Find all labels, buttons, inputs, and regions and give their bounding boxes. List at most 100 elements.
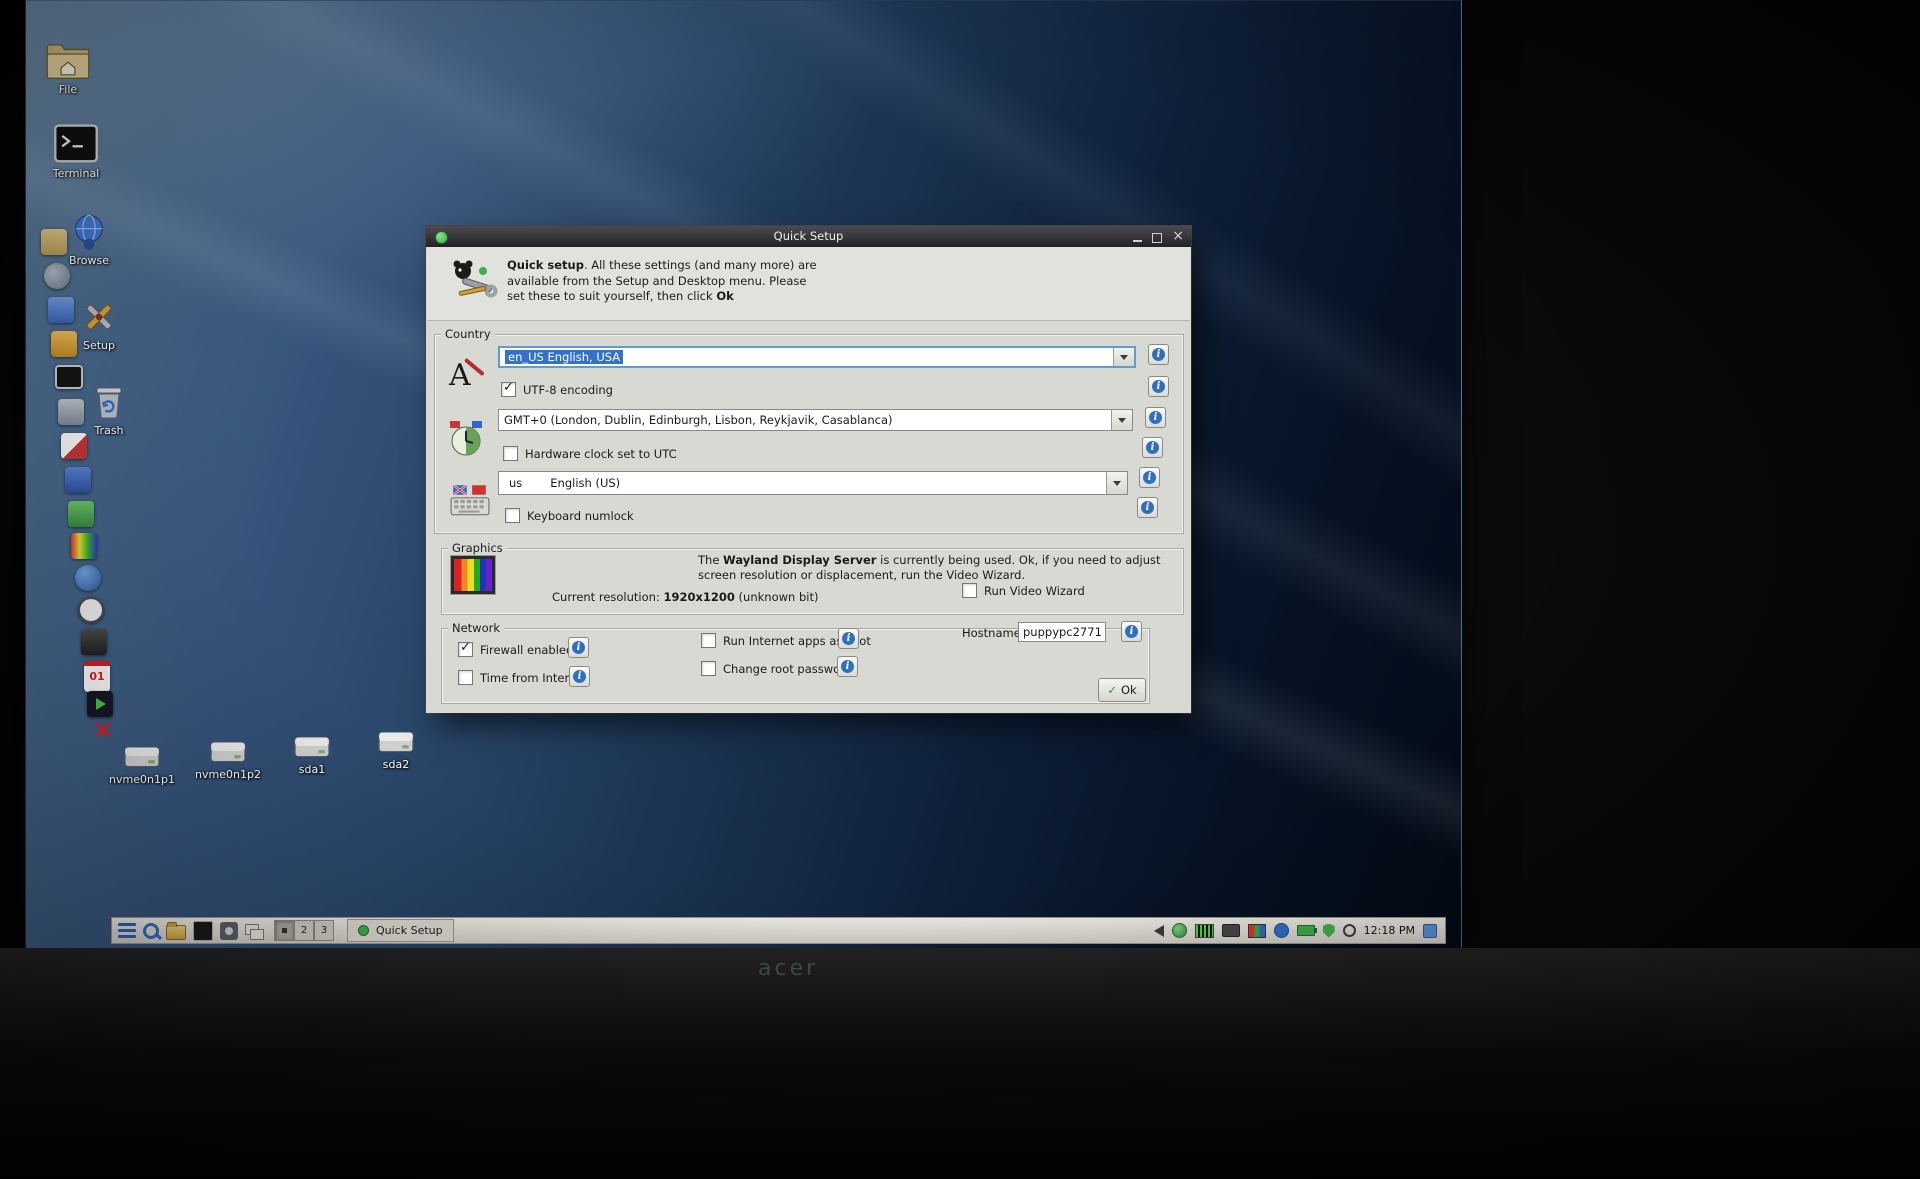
country-frame-label: Country xyxy=(441,327,495,341)
drive-icon xyxy=(377,728,415,756)
info-icon: i xyxy=(842,632,855,645)
windows-icon[interactable] xyxy=(245,922,263,940)
info-button[interactable]: i xyxy=(1142,437,1163,458)
tray-keyboard-layout-icon[interactable] xyxy=(1222,924,1240,937)
timezone-combobox[interactable]: GMT+0 (London, Dublin, Edinburgh, Lisbon… xyxy=(498,409,1133,431)
drive-label: nvme0n1p1 xyxy=(109,773,175,786)
info-button[interactable]: i xyxy=(569,666,590,687)
screenshot-icon[interactable] xyxy=(220,922,238,940)
workspace-pager: 2 3 xyxy=(274,920,334,941)
terminal-icon xyxy=(53,123,99,165)
change-root-password-checkbox[interactable]: Change root password xyxy=(701,661,852,676)
keyboard-dropdown-arrow[interactable] xyxy=(1106,472,1127,494)
keyboard-combobox[interactable]: us English (US) xyxy=(498,471,1128,495)
info-button[interactable]: i xyxy=(1148,344,1169,365)
desktop-drive-nvme0n1p2[interactable]: nvme0n1p2 xyxy=(193,738,263,781)
ok-button[interactable]: ✓ Ok xyxy=(1098,678,1146,702)
taskbar-task-quick-setup[interactable]: Quick Setup xyxy=(347,919,454,942)
checkbox-box xyxy=(962,583,977,598)
utf8-checkbox[interactable]: ✓ UTF-8 encoding xyxy=(501,382,613,397)
desktop-icon-setup[interactable]: Setup xyxy=(69,297,129,352)
mini-save-icon[interactable] xyxy=(65,467,91,493)
terminal-launcher-icon[interactable] xyxy=(193,921,213,941)
mini-package-icon[interactable] xyxy=(81,629,107,655)
workspace-3[interactable]: 3 xyxy=(314,920,334,941)
files-icon[interactable] xyxy=(166,925,186,940)
info-button[interactable]: i xyxy=(837,656,858,677)
mini-console-icon[interactable] xyxy=(55,365,83,389)
tray-network-icon[interactable] xyxy=(1172,923,1187,938)
quick-setup-window: Quick Setup × Quick setup. All these set… xyxy=(426,226,1191,713)
mini-palette-icon[interactable] xyxy=(71,533,97,559)
keyboard-icon xyxy=(450,484,490,516)
close-button[interactable]: × xyxy=(1172,228,1184,244)
tray-firewall-shield-icon[interactable] xyxy=(1323,924,1335,938)
desktop-icon-file[interactable]: File xyxy=(38,41,98,96)
tray-display-icon[interactable] xyxy=(1248,924,1266,938)
mini-mount-icon[interactable] xyxy=(58,399,84,425)
hwclock-label: Hardware clock set to UTC xyxy=(525,447,677,461)
info-button[interactable]: i xyxy=(1121,621,1142,642)
mini-edit-icon[interactable] xyxy=(61,433,87,459)
desktop-drive-sda2[interactable]: sda2 xyxy=(361,728,431,771)
workspace-2[interactable]: 2 xyxy=(294,920,314,941)
workspace-1[interactable] xyxy=(274,920,294,941)
tray-cpu-monitor-icon[interactable] xyxy=(1195,924,1214,938)
window-title: Quick Setup xyxy=(426,229,1191,243)
system-tray: 12:18 PM xyxy=(1154,923,1439,938)
info-button[interactable]: i xyxy=(1139,467,1160,488)
info-button[interactable]: i xyxy=(1148,376,1169,397)
maximize-button[interactable] xyxy=(1152,233,1162,243)
info-button[interactable]: i xyxy=(1145,407,1166,428)
numlock-checkbox[interactable]: Keyboard numlock xyxy=(505,508,634,523)
tools-icon xyxy=(78,297,120,337)
locale-combobox[interactable]: en_US English, USA xyxy=(498,346,1136,368)
mini-search-icon[interactable] xyxy=(78,597,104,623)
menu-icon[interactable] xyxy=(118,922,136,940)
locale-dropdown-arrow[interactable] xyxy=(1113,348,1134,366)
desktop: File Terminal Browse Setup xyxy=(25,0,1462,950)
calendar-day-label: 01 xyxy=(89,670,104,683)
timezone-value: GMT+0 (London, Dublin, Edinburgh, Lisbon… xyxy=(499,413,892,427)
desktop-icon-terminal[interactable]: Terminal xyxy=(46,123,106,180)
checkbox-box: ✓ xyxy=(458,642,473,657)
ok-button-label: Ok xyxy=(1121,683,1137,697)
drive-icon xyxy=(209,738,247,766)
info-icon: i xyxy=(572,641,585,654)
tray-bluetooth-icon[interactable] xyxy=(1274,923,1289,938)
mini-network-icon[interactable] xyxy=(44,263,70,289)
info-button[interactable]: i xyxy=(568,637,589,658)
desktop-drive-sda1[interactable]: sda1 xyxy=(277,733,347,776)
graphics-frame-label: Graphics xyxy=(448,541,507,555)
info-button[interactable]: i xyxy=(1137,497,1158,518)
mini-calendar-icon[interactable]: 01 xyxy=(84,661,110,692)
mini-resize-icon[interactable] xyxy=(68,501,94,527)
mini-user-icon[interactable] xyxy=(75,565,101,591)
checkbox-box xyxy=(701,633,716,648)
mini-home-icon[interactable] xyxy=(41,229,67,255)
desktop-icon-browse[interactable]: Browse xyxy=(59,212,119,267)
clock[interactable]: 12:18 PM xyxy=(1364,924,1415,937)
window-titlebar[interactable]: Quick Setup × xyxy=(426,226,1191,247)
minimize-button[interactable] xyxy=(1133,239,1142,242)
mini-quit-icon[interactable]: × xyxy=(90,717,116,743)
ok-check-icon: ✓ xyxy=(1107,683,1117,697)
tray-battery-icon[interactable] xyxy=(1297,925,1315,936)
mini-tools-icon[interactable] xyxy=(51,331,77,357)
checkbox-box xyxy=(505,508,520,523)
mini-media-icon[interactable] xyxy=(87,691,113,717)
hostname-input[interactable] xyxy=(1018,622,1106,642)
mini-install-icon[interactable] xyxy=(48,297,74,323)
tray-updates-icon[interactable] xyxy=(1343,924,1356,937)
firewall-checkbox[interactable]: ✓ Firewall enabled xyxy=(458,642,573,657)
desktop-drive-nvme0n1p1[interactable]: nvme0n1p1 xyxy=(107,743,177,786)
search-icon[interactable] xyxy=(143,923,159,939)
video-wizard-checkbox[interactable]: Run Video Wizard xyxy=(962,583,1085,598)
info-button[interactable]: i xyxy=(838,628,859,649)
hwclock-checkbox[interactable]: Hardware clock set to UTC xyxy=(503,446,677,461)
tray-eject-icon[interactable] xyxy=(1423,924,1437,938)
timezone-dropdown-arrow[interactable] xyxy=(1111,410,1132,430)
tray-volume-icon[interactable] xyxy=(1154,925,1164,937)
desktop-icon-trash[interactable]: Trash xyxy=(79,384,139,437)
keyboard-code: us xyxy=(499,476,522,490)
